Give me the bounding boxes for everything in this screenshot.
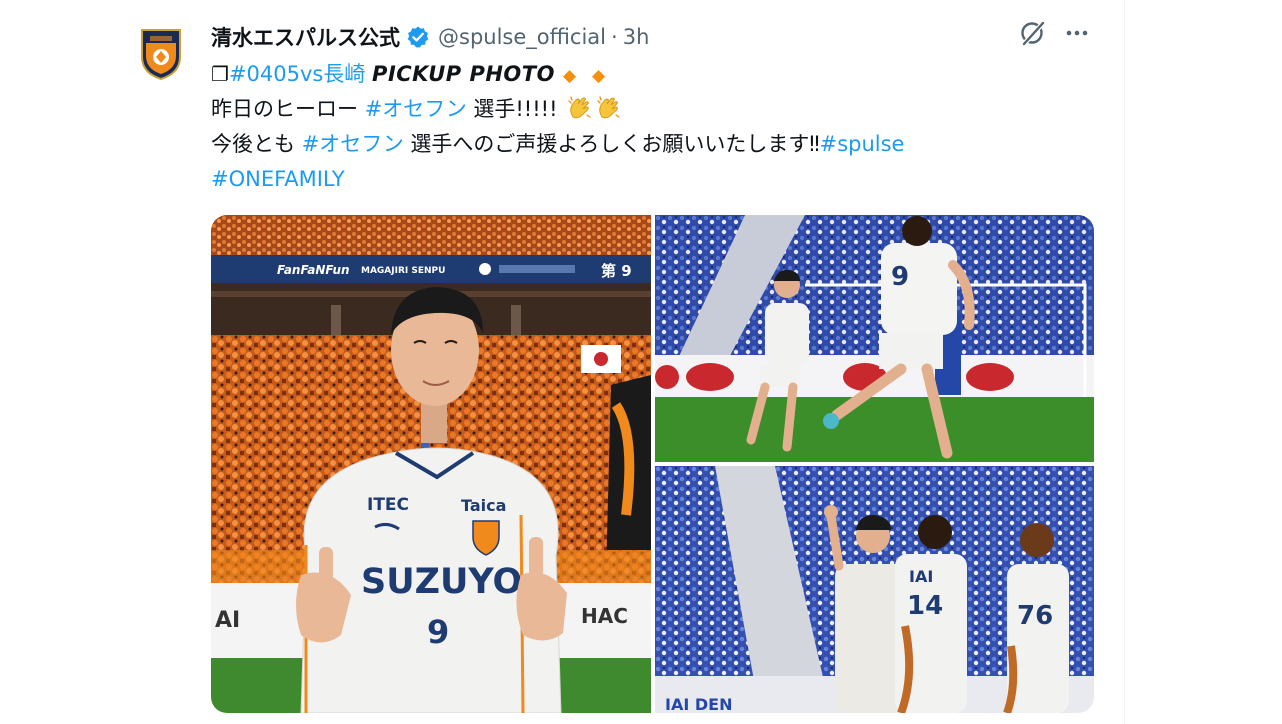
- user-handle[interactable]: @spulse_official: [438, 25, 606, 49]
- timeline-border: [1124, 0, 1125, 724]
- grok-icon: [1019, 19, 1047, 51]
- more-options-icon: [1063, 19, 1091, 51]
- board-left-text: AI: [215, 608, 240, 633]
- clapping-hands-emoji-icon: [567, 95, 593, 121]
- shirt-sponsor-suzuyo: SUZUYO: [361, 562, 522, 602]
- shirt-number: 9: [427, 613, 449, 651]
- hashtag-oseffun-link[interactable]: #オセフン: [302, 132, 404, 156]
- tweet-timestamp[interactable]: 3h: [623, 25, 650, 49]
- banner-text: MAGAJIRI SENPU: [361, 266, 445, 276]
- text-segment: 選手へのご声援よろしくお願いいたします‼: [410, 132, 820, 156]
- clapping-hands-emoji-icon: [596, 95, 622, 121]
- hashtag-onefamily-link[interactable]: #ONEFAMILY: [211, 167, 345, 191]
- media-grid: FanFaNFun MAGAJIRI SENPU 第 9 AI HAC ITEC…: [211, 215, 1094, 713]
- hashtag-spulse-link[interactable]: #spulse: [820, 132, 905, 156]
- tweet-line-2: 昨日のヒーロー #オセフン 選手!!!!!: [211, 92, 1091, 127]
- text-segment: 昨日のヒーロー: [211, 97, 358, 121]
- tweet-line-1: ❐#0405vs長崎 PICKUP PHOTO ◆ ◆: [211, 57, 1091, 92]
- hashtag-match-link[interactable]: #0405vs長崎: [229, 62, 365, 86]
- orange-diamond-icon: ◆: [562, 66, 577, 86]
- shirt-sponsor-taica: Taica: [461, 496, 506, 515]
- text-segment: 選手!!!!!: [473, 97, 558, 121]
- spulse-crest-avatar[interactable]: [139, 27, 183, 81]
- camera-box-icon: ❐: [211, 62, 229, 86]
- orange-diamond-icon: ◆: [592, 66, 606, 86]
- header-separator: ·: [611, 25, 618, 49]
- tweet-line-3: 今後とも #オセフン 選手へのご声援よろしくお願いいたします‼#spulse: [211, 127, 1091, 162]
- text-segment: 今後とも: [211, 132, 295, 156]
- tweet-header: 清水エスパルス公式 @spulse_official · 3h: [211, 20, 649, 54]
- player-number: 9: [891, 262, 909, 292]
- board-right-text: HAC: [581, 604, 628, 628]
- svg-text:FanFaNFun: FanFaNFun: [277, 263, 350, 277]
- tweet-line-4: #ONEFAMILY: [211, 162, 1091, 197]
- more-options-button[interactable]: [1061, 19, 1093, 51]
- verified-badge-icon: [406, 25, 430, 49]
- grok-button[interactable]: [1017, 19, 1049, 51]
- player-number-76: 76: [1017, 601, 1053, 631]
- pickup-photo-label: PICKUP PHOTO: [372, 62, 555, 86]
- photo-player-running[interactable]: 9: [655, 215, 1094, 462]
- photo-player-thumbs-up[interactable]: FanFaNFun MAGAJIRI SENPU 第 9 AI HAC ITEC…: [211, 215, 651, 713]
- hashtag-oseffun-link[interactable]: #オセフン: [365, 97, 467, 121]
- shirt-sponsor-itec: ITEC: [367, 495, 409, 515]
- svg-text:IAI DEN: IAI DEN: [665, 695, 732, 713]
- player-name-label: IAI: [909, 567, 933, 586]
- tweet-text: ❐#0405vs長崎 PICKUP PHOTO ◆ ◆ 昨日のヒーロー #オセフン …: [211, 57, 1091, 197]
- photo-players-celebrating[interactable]: IAI DEN IAI 14 76: [655, 466, 1094, 713]
- display-name[interactable]: 清水エスパルス公式: [211, 22, 400, 52]
- banner-number: 第 9: [601, 262, 632, 280]
- player-number-14: 14: [907, 591, 943, 621]
